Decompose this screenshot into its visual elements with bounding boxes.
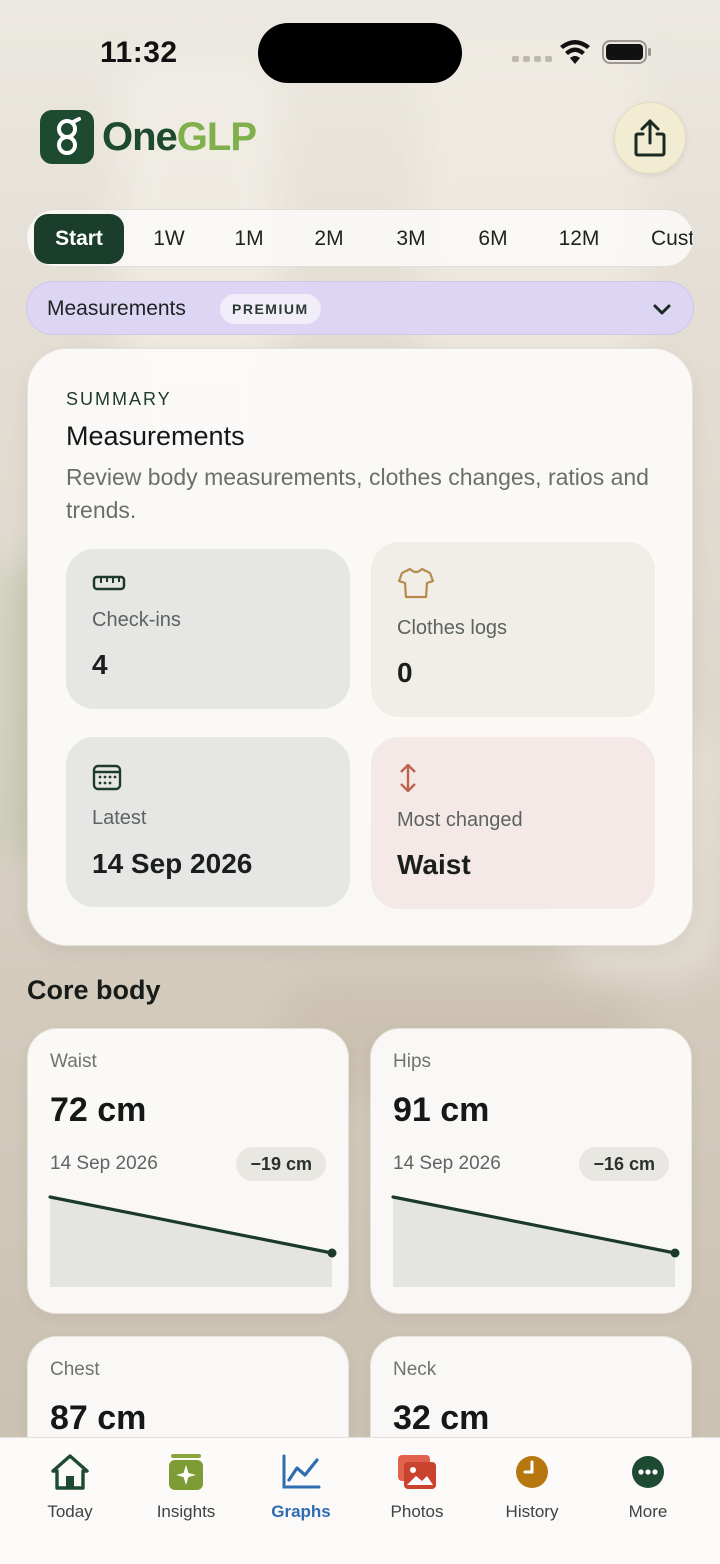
summary-card: SUMMARY Measurements Review body measure…	[27, 348, 693, 946]
sparkline-last-point	[670, 1248, 680, 1258]
house-icon	[51, 1454, 89, 1490]
tab-photos[interactable]: Photos	[362, 1450, 472, 1522]
sparkline-area	[393, 1197, 675, 1287]
stat-checkins-label: Check-ins	[92, 609, 181, 631]
share-icon	[634, 119, 666, 157]
stat-clothes-value: 0	[397, 657, 413, 688]
more-dots-icon	[632, 1456, 664, 1488]
tab-graphs[interactable]: Graphs	[246, 1450, 356, 1522]
line-chart-icon	[282, 1454, 321, 1489]
tab-label: Today	[47, 1502, 93, 1521]
shirt-icon	[397, 567, 435, 599]
hips-card[interactable]: Hips 91 cm 14 Sep 2026 −16 cm	[370, 1028, 692, 1314]
metric-category-dropdown[interactable]: Measurements PREMIUM	[26, 281, 694, 335]
metric-name: Neck	[393, 1359, 437, 1380]
metric-value: 32 cm	[393, 1399, 490, 1437]
range-tab-custom[interactable]: Cust	[629, 214, 693, 264]
metric-name: Chest	[50, 1359, 100, 1380]
metric-value: 91 cm	[393, 1091, 490, 1129]
premium-badge: PREMIUM	[220, 294, 321, 324]
range-tab-12m[interactable]: 12M	[549, 214, 609, 264]
sparkline-area	[50, 1197, 332, 1287]
chevron-down-icon	[653, 304, 671, 315]
stat-latest-label: Latest	[92, 807, 147, 829]
range-tab-1m[interactable]: 1M	[219, 214, 279, 264]
summary-description: Review body measurements, clothes change…	[66, 464, 649, 523]
share-button[interactable]	[614, 102, 686, 174]
range-tab-start[interactable]: Start	[34, 214, 124, 264]
logo-mark-icon	[40, 110, 94, 164]
core-body-heading: Core body	[27, 975, 161, 1005]
photos-icon	[398, 1455, 436, 1489]
metric-value: 72 cm	[50, 1091, 147, 1129]
status-time: 11:32	[100, 36, 178, 69]
wifi-icon	[560, 40, 590, 64]
metric-delta-badge: −16 cm	[579, 1147, 669, 1181]
stat-most-changed: Most changed Waist	[371, 737, 655, 909]
tab-label: History	[505, 1502, 559, 1521]
logo-text-one: One	[102, 114, 178, 159]
metric-value: 87 cm	[50, 1399, 147, 1437]
stat-clothes-logs: Clothes logs 0	[371, 542, 655, 717]
sparkle-icon	[169, 1454, 203, 1490]
tab-history[interactable]: History	[477, 1450, 587, 1522]
tab-today[interactable]: Today	[15, 1450, 125, 1522]
tab-more[interactable]: More	[593, 1450, 703, 1522]
stat-clothes-label: Clothes logs	[397, 617, 508, 639]
tab-label: Graphs	[271, 1502, 331, 1521]
cellular-signal-icon	[512, 56, 552, 62]
range-tab-1w[interactable]: 1W	[139, 214, 199, 264]
stat-most-changed-value: Waist	[397, 849, 471, 880]
range-tab-3m[interactable]: 3M	[381, 214, 441, 264]
metric-name: Hips	[393, 1051, 432, 1072]
bottom-tab-bar: Today Insights Graphs Photos History Mor…	[0, 1437, 720, 1564]
summary-title: Measurements	[66, 421, 245, 451]
summary-eyebrow: SUMMARY	[66, 389, 172, 409]
tab-label: Photos	[390, 1502, 444, 1521]
dynamic-island	[258, 23, 462, 83]
hips-sparkline	[391, 1195, 680, 1287]
stat-checkins-value: 4	[92, 649, 108, 680]
waist-sparkline	[48, 1195, 337, 1287]
tab-label: More	[628, 1502, 668, 1521]
status-bar: 11:32	[0, 0, 720, 100]
app-logo: OneGLP	[40, 110, 257, 164]
dropdown-label: Measurements	[47, 297, 186, 320]
stat-most-changed-label: Most changed	[397, 809, 523, 831]
clock-icon	[516, 1456, 548, 1488]
calendar-icon	[92, 764, 122, 791]
logo-text-glp: GLP	[176, 114, 257, 159]
range-tab-2m[interactable]: 2M	[299, 214, 359, 264]
tab-label: Insights	[156, 1502, 216, 1521]
stat-latest: Latest 14 Sep 2026	[66, 737, 350, 907]
stat-latest-value: 14 Sep 2026	[92, 848, 253, 879]
range-tabs: Start 1W 1M 2M 3M 6M 12M Cust	[26, 209, 694, 267]
metric-date: 14 Sep 2026	[393, 1153, 501, 1174]
battery-icon	[602, 40, 651, 64]
metric-delta-badge: −19 cm	[236, 1147, 326, 1181]
waist-card[interactable]: Waist 72 cm 14 Sep 2026 −19 cm	[27, 1028, 349, 1314]
metric-date: 14 Sep 2026	[50, 1153, 158, 1174]
stat-checkins: Check-ins 4	[66, 549, 350, 709]
up-down-arrows-icon	[400, 763, 416, 793]
range-tab-6m[interactable]: 6M	[463, 214, 523, 264]
ruler-icon	[92, 575, 126, 591]
metric-name: Waist	[50, 1051, 97, 1072]
sparkline-last-point	[327, 1248, 337, 1258]
logo-wordmark: OneGLP	[102, 114, 257, 160]
tab-insights[interactable]: Insights	[131, 1450, 241, 1522]
